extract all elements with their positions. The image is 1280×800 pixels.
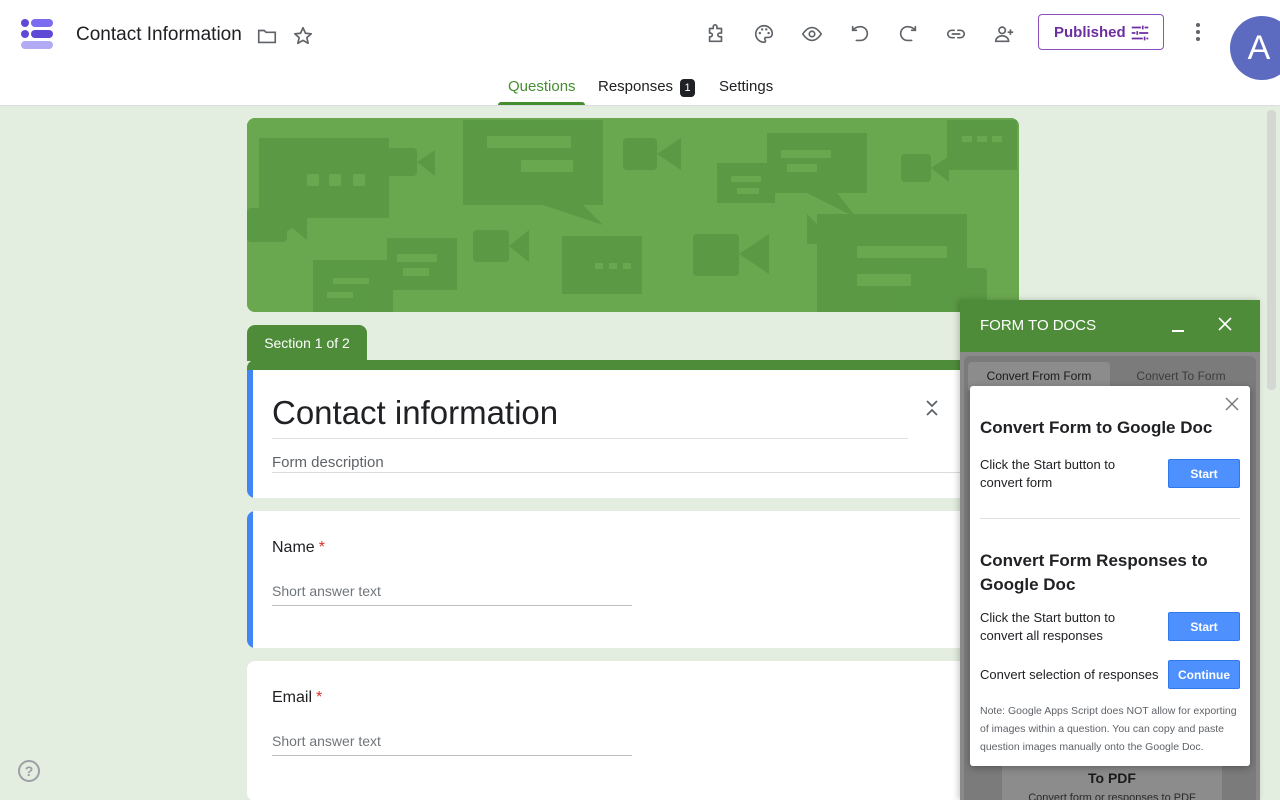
preview-eye-icon[interactable] [800,22,824,46]
page-scrollbar[interactable] [1267,110,1276,390]
convert-form-text: Click the Start button to convert form [980,457,1116,490]
question-label: Email * [272,689,322,707]
to-pdf-section: To PDF Convert form or responses to PDF [1002,766,1222,800]
start-convert-responses-button[interactable]: Start [1168,612,1240,641]
form-title-header[interactable]: Contact Information [76,24,242,46]
form-description-field[interactable]: Form description [272,454,384,471]
collapse-icon[interactable] [923,398,941,418]
addon-header: FORM TO DOCS [960,300,1260,352]
addon-puzzle-icon[interactable] [704,22,728,46]
form-title-card[interactable]: Contact information Form description [247,360,1019,498]
tab-settings[interactable]: Settings [719,78,773,106]
minimize-icon[interactable] [1170,318,1186,334]
help-icon[interactable]: ? [18,760,40,782]
tab-bar: Questions Responses Settings [0,72,1280,106]
question-indicator [247,511,253,648]
top-header: Contact Information Published A Question… [0,0,1280,106]
start-convert-form-button[interactable]: Start [1168,459,1240,488]
question-title: Name [272,539,315,556]
form-title[interactable]: Contact information [272,394,558,432]
convert-responses-text: Click the Start button to convert all re… [980,610,1116,643]
short-answer-placeholder: Short answer text [272,583,381,599]
tab-responses[interactable]: Responses [598,78,673,106]
required-asterisk: * [316,689,323,706]
description-underline [272,472,1012,473]
section-label: Section 1 of 2 [247,325,367,361]
active-card-indicator [247,370,253,498]
palette-icon[interactable] [752,22,776,46]
active-tab-indicator [498,102,585,105]
undo-icon[interactable] [848,22,872,46]
question-label: Name * [272,539,325,557]
question-card-email[interactable]: Email * Short answer text [247,661,1019,800]
divider [980,518,1240,519]
continue-button[interactable]: Continue [1168,660,1240,689]
close-icon[interactable] [1224,396,1240,412]
convert-dialog: Convert Form to Google Doc Click the Sta… [970,386,1250,766]
more-vert-icon[interactable] [1186,20,1210,44]
convert-form-heading: Convert Form to Google Doc [980,418,1213,437]
to-pdf-title: To PDF [1088,770,1136,786]
answer-underline [272,605,632,606]
convert-selection-text: Convert selection of responses [980,667,1159,682]
forms-logo-icon[interactable] [20,18,56,50]
star-icon[interactable] [291,24,315,48]
published-label: Published [1054,23,1126,41]
convert-responses-heading: Convert Form Responses to Google Doc [980,551,1208,594]
title-underline [272,438,908,439]
tune-icon [1131,25,1149,41]
question-card-name[interactable]: Name * Short answer text [247,511,1019,648]
required-asterisk: * [318,539,325,556]
avatar[interactable]: A [1230,16,1280,80]
header-banner-image [247,118,1019,312]
to-pdf-subtitle: Convert form or responses to PDF [1028,792,1196,800]
redo-icon[interactable] [896,22,920,46]
short-answer-placeholder: Short answer text [272,733,381,749]
answer-underline [272,755,632,756]
add-person-icon[interactable] [992,22,1016,46]
published-button[interactable]: Published [1038,14,1164,50]
close-icon[interactable] [1216,315,1234,333]
question-title: Email [272,689,313,706]
addon-title: FORM TO DOCS [980,317,1097,334]
link-icon[interactable] [944,22,968,46]
folder-icon[interactable] [255,24,279,48]
responses-count-badge: 1 [680,79,695,97]
export-note: Note: Google Apps Script does NOT allow … [980,705,1237,753]
